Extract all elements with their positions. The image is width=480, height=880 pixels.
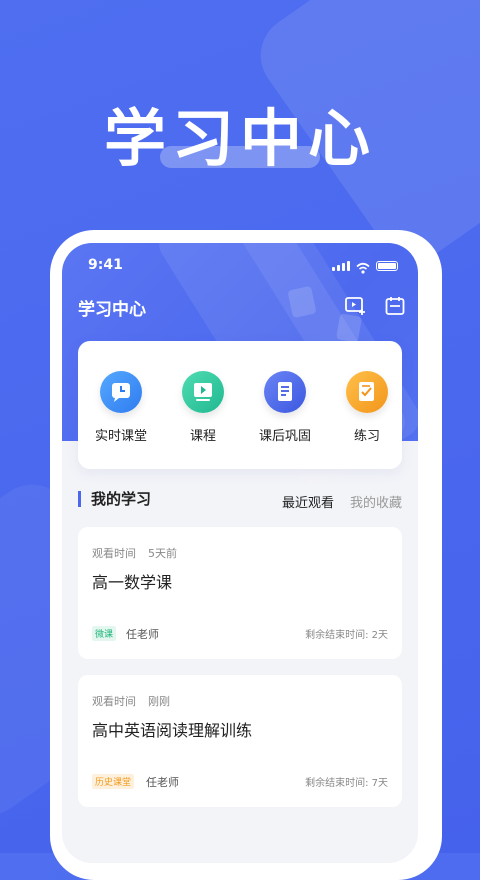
quick-action-course[interactable]: 课程 xyxy=(168,371,238,444)
course-badge: 历史课堂 xyxy=(92,774,135,789)
quick-action-label: 实时课堂 xyxy=(94,429,147,444)
watch-time-label: 观看时间 xyxy=(92,695,136,708)
quick-action-label: 练习 xyxy=(353,429,380,444)
watch-time-value: 5天前 xyxy=(148,547,177,560)
my-learning-title: 我的学习 xyxy=(78,491,151,507)
document-list-icon xyxy=(264,371,306,413)
tab-recent[interactable]: 最近观看 xyxy=(282,492,334,511)
watch-time: 观看时间 5天前 xyxy=(92,545,177,561)
hero-title: 学习中心 xyxy=(103,102,376,175)
watch-time-label: 观看时间 xyxy=(92,547,136,560)
course-teacher: 任老师 xyxy=(126,628,159,641)
course-remaining: 剩余结束时间: 2天 xyxy=(305,630,388,641)
video-add-icon[interactable] xyxy=(344,295,366,317)
quick-action-live-class[interactable]: 实时课堂 xyxy=(86,371,156,444)
app-title: 学习中心 xyxy=(78,300,146,320)
status-time: 9:41 xyxy=(88,257,123,273)
course-badge: 微课 xyxy=(92,626,117,641)
course-card[interactable]: 观看时间 5天前 高一数学课 微课 任老师 剩余结束时间: 2天 xyxy=(78,527,402,659)
checklist-icon xyxy=(346,371,388,413)
quick-actions-card: 实时课堂 课程 课后巩固 练习 xyxy=(78,341,402,469)
course-card[interactable]: 观看时间 刚刚 高中英语阅读理解训练 历史课堂 任老师 剩余结束时间: 7天 xyxy=(78,675,402,807)
wifi-icon xyxy=(356,259,370,274)
calendar-icon[interactable] xyxy=(384,295,406,317)
phone-screen: 9:41 学习中心 实时课堂 课程 课后巩固 练习 我的学习 最近观看 我的收藏… xyxy=(62,243,418,863)
watch-time-value: 刚刚 xyxy=(148,695,170,708)
header-decoration xyxy=(335,313,363,343)
course-title: 高中英语阅读理解训练 xyxy=(92,721,253,740)
watch-time: 观看时间 刚刚 xyxy=(92,693,170,709)
quick-action-label: 课程 xyxy=(189,429,216,444)
quick-action-review[interactable]: 课后巩固 xyxy=(250,371,320,444)
quick-action-practice[interactable]: 练习 xyxy=(332,371,402,444)
tab-favorites[interactable]: 我的收藏 xyxy=(350,492,402,511)
course-remaining: 剩余结束时间: 7天 xyxy=(305,778,388,789)
course-teacher: 任老师 xyxy=(146,776,179,789)
status-icons xyxy=(332,259,398,274)
video-play-icon xyxy=(182,371,224,413)
battery-icon xyxy=(376,261,398,271)
course-title: 高一数学课 xyxy=(92,573,173,592)
quick-action-label: 课后巩固 xyxy=(258,429,311,444)
clock-chat-icon xyxy=(100,371,142,413)
signal-icon xyxy=(332,261,350,271)
